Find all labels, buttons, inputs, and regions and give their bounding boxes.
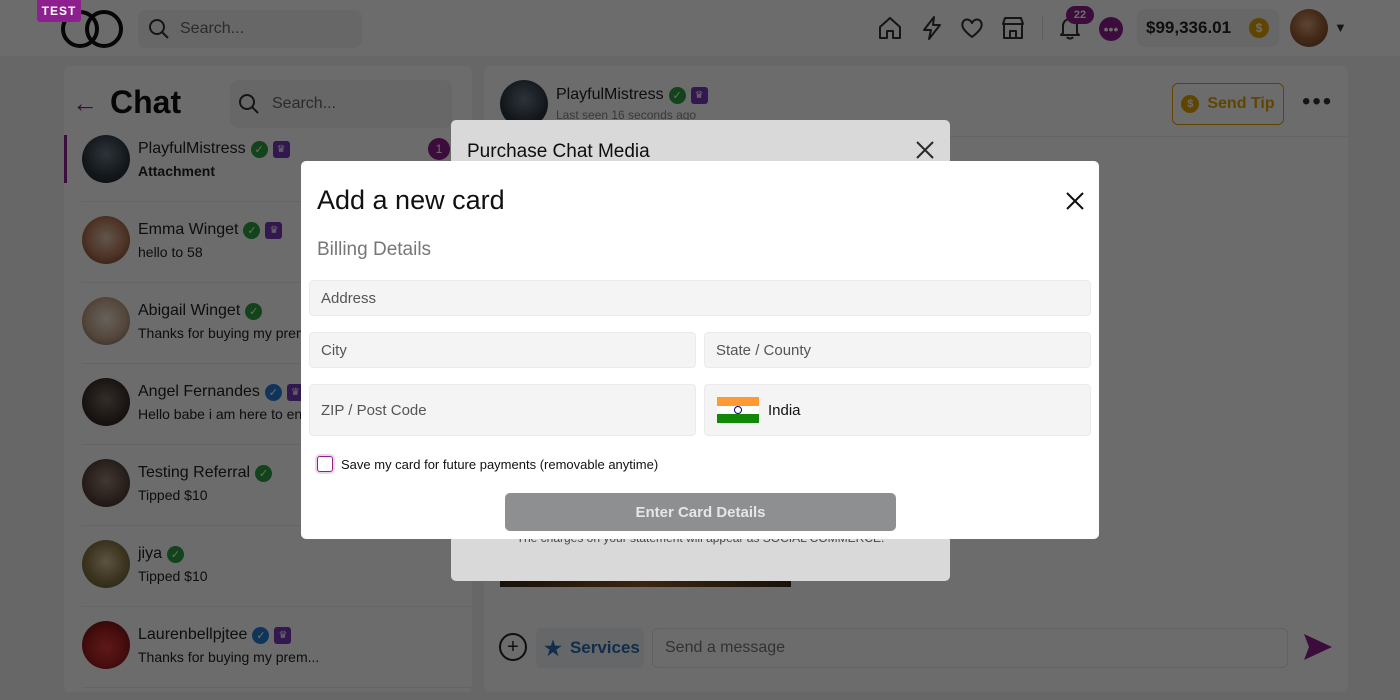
close-icon[interactable] xyxy=(1065,191,1085,211)
country-select[interactable]: India xyxy=(704,384,1091,436)
add-card-modal: Add a new card Billing Details India Sav… xyxy=(301,161,1099,539)
add-card-title: Add a new card xyxy=(317,185,505,215)
billing-details-label: Billing Details xyxy=(317,239,432,260)
india-flag-icon xyxy=(717,397,759,424)
save-card-checkbox[interactable] xyxy=(317,456,333,472)
country-value: India xyxy=(768,401,801,419)
test-badge: TEST xyxy=(37,0,81,22)
zip-field[interactable] xyxy=(309,384,696,436)
state-field[interactable] xyxy=(704,332,1091,368)
enter-card-details-button[interactable]: Enter Card Details xyxy=(505,493,896,531)
save-card-label: Save my card for future payments (remova… xyxy=(341,456,659,472)
city-field[interactable] xyxy=(309,332,696,368)
save-card-row[interactable]: Save my card for future payments (remova… xyxy=(317,456,658,472)
address-field[interactable] xyxy=(309,280,1091,316)
